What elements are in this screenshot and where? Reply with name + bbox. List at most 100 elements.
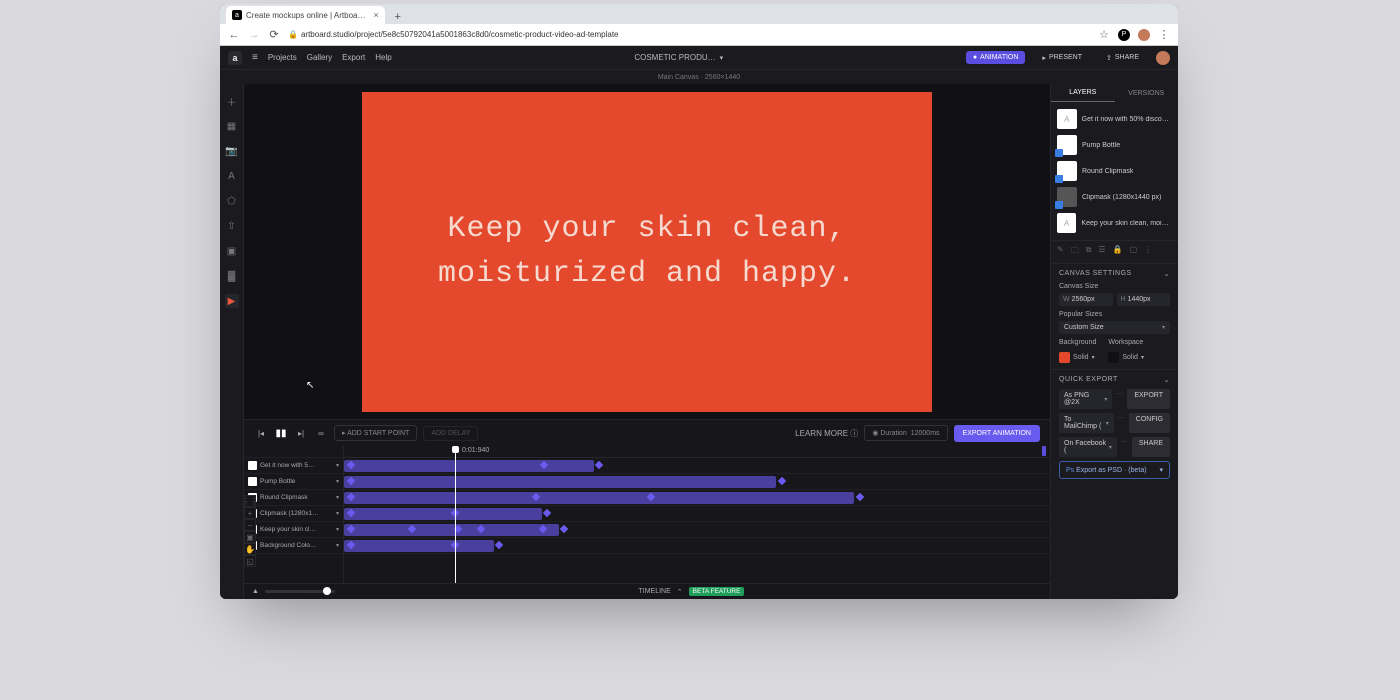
menu-export[interactable]: Export (342, 53, 365, 62)
copy-icon[interactable]: ⧉ (1086, 245, 1092, 259)
track-row[interactable] (344, 506, 1050, 522)
width-input[interactable]: W2560px (1059, 293, 1113, 306)
app-logo[interactable]: a (228, 51, 242, 65)
collapse-icon[interactable]: ⌄ (1164, 376, 1170, 384)
tab-versions[interactable]: VERSIONS (1115, 84, 1179, 102)
zoom-slider[interactable] (265, 590, 335, 593)
track-row[interactable] (344, 458, 1050, 474)
profile-avatar[interactable] (1138, 29, 1150, 41)
export-animation-button[interactable]: EXPORT ANIMATION (954, 425, 1040, 442)
keyframe[interactable] (595, 461, 603, 469)
zoom-out-icon[interactable]: ▲ (252, 588, 259, 595)
stock-icon[interactable]: ▦ (225, 119, 239, 133)
track-label-row[interactable]: Keep your skin cl…▾ (244, 522, 343, 538)
folder-icon[interactable]: 🗀 (1071, 245, 1079, 259)
chevron-down-icon[interactable]: ▾ (336, 510, 339, 517)
chevron-up-icon[interactable]: ⌃ (677, 588, 683, 596)
canvas-headline-text[interactable]: Keep your skin clean, moisturized and ha… (438, 207, 856, 297)
add-delay-button[interactable]: ADD DELAY (423, 426, 478, 441)
timeline-clip[interactable] (344, 540, 494, 552)
height-input[interactable]: H1440px (1117, 293, 1171, 306)
shape-icon[interactable]: ⬠ (225, 194, 239, 208)
track-label-row[interactable]: Clipmask (1280x1…▾ (244, 506, 343, 522)
hamburger-icon[interactable]: ≡ (252, 52, 258, 63)
hand-icon[interactable]: ✋ (244, 543, 256, 555)
project-name-dropdown[interactable]: COSMETIC PRODU… ▾ (634, 53, 723, 62)
fit-icon[interactable]: ◱ (244, 555, 256, 567)
canvas-viewport[interactable]: Keep your skin clean, moisturized and ha… (244, 84, 1050, 419)
new-tab-button[interactable]: + (391, 10, 405, 24)
collapse-icon[interactable]: ▣ (244, 531, 256, 543)
export-psd-button[interactable]: Ps Export as PSD · (beta)▾ (1059, 461, 1170, 479)
back-icon[interactable]: ← (228, 29, 240, 41)
layer-item[interactable]: Round Clipmask (1051, 158, 1178, 184)
close-tab-icon[interactable]: × (373, 10, 378, 20)
export-format-select[interactable]: On Facebook (▾ (1059, 437, 1117, 457)
track-row[interactable] (344, 522, 1050, 538)
skip-end-icon[interactable]: ▸| (294, 426, 308, 440)
canvas-artboard[interactable]: Keep your skin clean, moisturized and ha… (362, 92, 932, 412)
align-icon[interactable]: ☰ (1098, 245, 1105, 259)
tab-layers[interactable]: LAYERS (1051, 84, 1115, 102)
pause-icon[interactable]: ▮▮ (274, 426, 288, 440)
menu-projects[interactable]: Projects (268, 53, 297, 62)
chevron-down-icon[interactable]: ▾ (336, 542, 339, 549)
learn-more-link[interactable]: LEARN MORE ⓘ (795, 428, 858, 439)
grid-icon[interactable]: ▓ (225, 269, 239, 283)
layer-item[interactable]: AGet it now with 50% discount. (1051, 106, 1178, 132)
timeline-ruler[interactable] (344, 446, 1050, 458)
user-avatar[interactable] (1156, 51, 1170, 65)
plus-icon[interactable]: + (244, 507, 256, 519)
star-icon[interactable]: ☆ (1098, 28, 1110, 41)
track-row[interactable] (344, 490, 1050, 506)
clip-icon[interactable]: ▢ (1130, 245, 1138, 259)
keyframe[interactable] (856, 493, 864, 501)
add-start-point-button[interactable]: ▸ ADD START POINT (334, 425, 417, 441)
browser-tab[interactable]: a Create mockups online | Artboa… × (226, 6, 385, 24)
timeline-clip[interactable] (344, 524, 559, 536)
upload-icon[interactable]: ⇧ (225, 219, 239, 233)
minus-icon[interactable]: − (244, 519, 256, 531)
menu-help[interactable]: Help (375, 53, 391, 62)
skip-start-icon[interactable]: |◂ (254, 426, 268, 440)
layer-item[interactable]: Clipmask (1280x1440 px) (1051, 184, 1178, 210)
chevron-down-icon[interactable]: ▾ (336, 526, 339, 533)
track-label-row[interactable]: Pump Bottle▾ (244, 474, 343, 490)
address-field[interactable]: 🔒 artboard.studio/project/5e8c50792041a5… (288, 30, 1090, 39)
tracks-area[interactable]: 0:01:940 (344, 446, 1050, 583)
pen-icon[interactable]: ✎ (1057, 245, 1064, 259)
menu-dots-icon[interactable]: ⋮ (1158, 28, 1170, 41)
timeline-clip[interactable] (344, 460, 594, 472)
export-action-button[interactable]: CONFIG (1129, 413, 1170, 433)
keyframe[interactable] (495, 541, 503, 549)
playhead[interactable]: 0:01:940 (455, 446, 456, 583)
timeline-clip[interactable] (344, 492, 854, 504)
share-button[interactable]: ⇪ SHARE (1099, 51, 1146, 65)
timeline-clip[interactable] (344, 508, 542, 520)
export-format-select[interactable]: As PNG @2X▾ (1059, 389, 1112, 409)
chevron-down-icon[interactable]: ▾ (336, 462, 339, 469)
export-format-select[interactable]: To MailChimp (▾ (1059, 413, 1114, 433)
frame-icon[interactable]: ▣ (225, 244, 239, 258)
track-row[interactable] (344, 474, 1050, 490)
forward-icon[interactable]: → (248, 29, 260, 41)
timeline-clip[interactable] (344, 476, 776, 488)
layer-item[interactable]: AKeep your skin clean, moisturi (1051, 210, 1178, 236)
export-action-button[interactable]: EXPORT (1127, 389, 1170, 409)
timeline-footer-label[interactable]: TIMELINE (638, 588, 670, 595)
reload-icon[interactable]: ⟳ (268, 28, 280, 41)
keyframe[interactable] (543, 509, 551, 517)
track-label-row[interactable]: Round Clipmask▾ (244, 490, 343, 506)
loop-icon[interactable]: ∞ (314, 426, 328, 440)
background-swatch[interactable]: Solid ▾ (1059, 352, 1096, 363)
timeline-end-marker[interactable] (1042, 446, 1046, 456)
duration-display[interactable]: ◉ Duration 12000ms (864, 425, 947, 441)
popular-sizes-select[interactable]: Custom Size▾ (1059, 321, 1170, 334)
track-row[interactable] (344, 538, 1050, 554)
camera-icon[interactable]: 📷 (225, 144, 239, 158)
chevron-down-icon[interactable]: ▾ (336, 478, 339, 485)
keyframe[interactable] (778, 477, 786, 485)
animate-icon[interactable]: ▶ (225, 294, 239, 308)
lock-icon[interactable]: 🔒 (1113, 245, 1123, 259)
add-icon[interactable]: ＋ (225, 94, 239, 108)
